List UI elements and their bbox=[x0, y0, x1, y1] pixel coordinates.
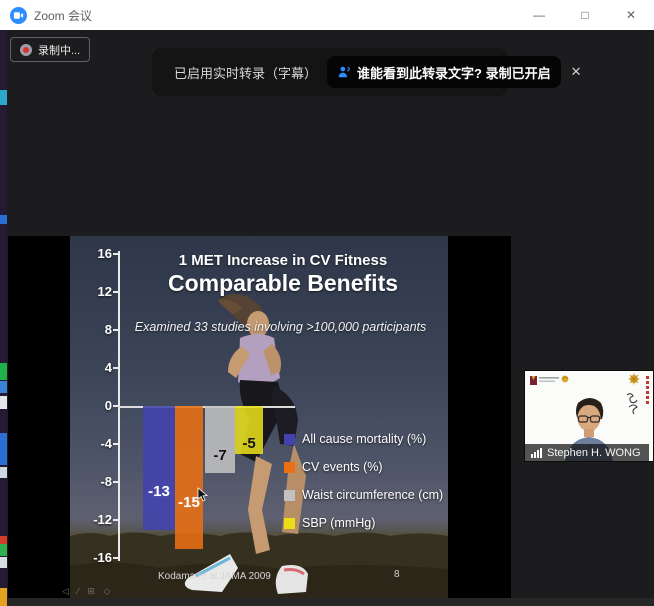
slide-subtitle: Examined 33 studies involving >100,000 p… bbox=[118, 320, 443, 334]
y-tick-mark bbox=[113, 557, 118, 559]
who-can-see-transcript-label: 谁能看到此转录文字? 录制已开启 bbox=[357, 63, 551, 82]
zoom-app-icon bbox=[10, 7, 27, 24]
maximize-button[interactable]: □ bbox=[562, 0, 608, 30]
slide-page-number: 8 bbox=[394, 569, 400, 580]
screen-share-area: 1612840-4-8-12-16-13-15-7-5All cause mor… bbox=[8, 236, 511, 598]
slide-title-line2: Comparable Benefits bbox=[128, 270, 438, 297]
legend-label: Waist circumference (cm) bbox=[302, 488, 443, 502]
recording-icon bbox=[20, 44, 32, 56]
slideshow-controls[interactable]: ◁ ∕ ⊞ ◇ bbox=[62, 586, 113, 597]
legend-item: All cause mortality (%) bbox=[284, 432, 426, 446]
y-tick-mark bbox=[113, 481, 118, 483]
background-window-sliver bbox=[0, 30, 7, 606]
participant-video-thumbnail[interactable]: Stephen H. WONG bbox=[524, 370, 654, 462]
close-button[interactable]: ✕ bbox=[608, 0, 654, 30]
y-tick-label: 0 bbox=[70, 398, 112, 413]
person-question-icon bbox=[337, 65, 351, 79]
y-tick-label: 8 bbox=[70, 322, 112, 337]
bar-value-label: -7 bbox=[205, 447, 235, 464]
presentation-slide: 1612840-4-8-12-16-13-15-7-5All cause mor… bbox=[70, 236, 448, 598]
recording-label: 录制中... bbox=[38, 42, 80, 58]
y-tick-mark bbox=[113, 253, 118, 255]
transcription-banner: 已启用实时转录（字幕） 谁能看到此转录文字? 录制已开启 ✕ bbox=[152, 48, 508, 96]
y-tick-mark bbox=[113, 405, 118, 407]
y-tick-mark bbox=[113, 519, 118, 521]
participant-name-bar: Stephen H. WONG bbox=[525, 444, 649, 461]
window-controls: — □ ✕ bbox=[516, 0, 654, 30]
signature-scribble bbox=[627, 394, 637, 414]
y-tick-label: -8 bbox=[70, 474, 112, 489]
y-tick-label: 12 bbox=[70, 284, 112, 299]
y-tick-label: -4 bbox=[70, 436, 112, 451]
who-can-see-transcript-button[interactable]: 谁能看到此转录文字? 录制已开启 bbox=[327, 56, 561, 88]
participant-name: Stephen H. WONG bbox=[547, 447, 641, 459]
legend-swatch bbox=[284, 518, 295, 529]
legend-swatch bbox=[284, 490, 295, 501]
y-tick-label: -16 bbox=[70, 550, 112, 565]
chart-bar bbox=[143, 406, 175, 530]
slide-citation: Kodama et al JAMA 2009 bbox=[158, 571, 271, 582]
legend-swatch bbox=[284, 434, 295, 445]
legend-item: Waist circumference (cm) bbox=[284, 488, 443, 502]
banner-close-icon[interactable]: ✕ bbox=[571, 64, 582, 80]
bar-value-label: -5 bbox=[235, 435, 263, 452]
audio-signal-icon bbox=[531, 448, 542, 458]
y-tick-mark bbox=[113, 443, 118, 445]
y-tick-mark bbox=[113, 291, 118, 293]
y-tick-label: -12 bbox=[70, 512, 112, 527]
slide-title-line1: 1 MET Increase in CV Fitness bbox=[128, 252, 438, 269]
window-titlebar: Zoom 会议 — □ ✕ bbox=[0, 0, 654, 30]
mouse-cursor bbox=[197, 487, 208, 507]
recording-indicator[interactable]: 录制中... bbox=[10, 37, 90, 62]
y-tick-label: 16 bbox=[70, 246, 112, 261]
legend-label: SBP (mmHg) bbox=[302, 516, 375, 530]
seal-marks bbox=[646, 376, 649, 404]
transcription-message: 已启用实时转录（字幕） bbox=[174, 63, 317, 82]
window-bottom-edge bbox=[0, 598, 654, 606]
bar-value-label: -13 bbox=[143, 483, 175, 500]
minimize-button[interactable]: — bbox=[516, 0, 562, 30]
y-tick-mark bbox=[113, 367, 118, 369]
legend-label: CV events (%) bbox=[302, 460, 383, 474]
legend-item: SBP (mmHg) bbox=[284, 516, 375, 530]
y-tick-label: 4 bbox=[70, 360, 112, 375]
legend-label: All cause mortality (%) bbox=[302, 432, 426, 446]
chart-bar bbox=[175, 406, 203, 549]
legend-swatch bbox=[284, 462, 295, 473]
window-title: Zoom 会议 bbox=[34, 7, 92, 24]
legend-item: CV events (%) bbox=[284, 460, 383, 474]
